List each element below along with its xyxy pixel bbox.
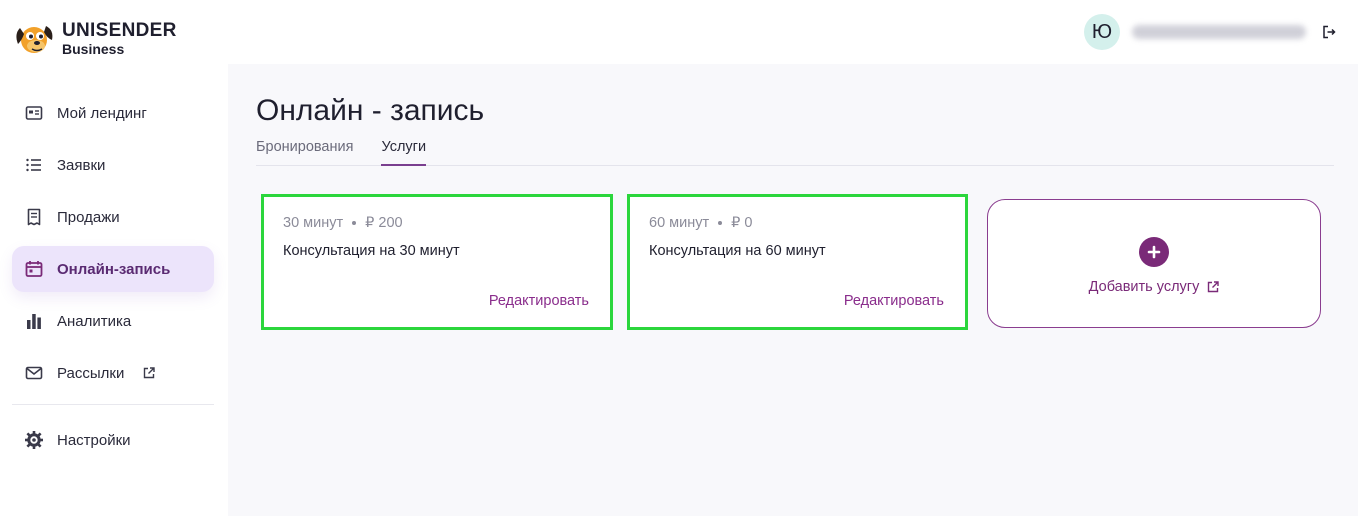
gear-icon	[25, 431, 43, 449]
service-meta: 60 минут ₽ 0	[649, 215, 752, 231]
sidebar-item-label: Рассылки	[57, 364, 125, 382]
logout-icon[interactable]	[1322, 25, 1336, 39]
brand-sub: Business	[62, 40, 125, 57]
sidebar-item-label: Онлайн-запись	[57, 260, 171, 278]
sidebar-item-requests[interactable]: Заявки	[12, 142, 214, 188]
sidebar-item-landing[interactable]: Мой лендинг	[12, 90, 214, 136]
service-duration: 60 минут	[649, 215, 710, 231]
add-service-label: Добавить услугу	[1088, 278, 1200, 295]
edit-service-link[interactable]: Редактировать	[844, 293, 944, 309]
add-service-button[interactable]: Добавить услугу	[987, 199, 1321, 328]
logo[interactable]: UNISENDER Business	[12, 18, 177, 58]
calendar-icon	[25, 261, 43, 277]
tabs: Бронирования Услуги	[256, 136, 1334, 166]
sidebar-item-label: Настройки	[57, 431, 131, 449]
service-title: Консультация на 60 минут	[649, 243, 826, 259]
sidebar: UNISENDER Business Мой лендинг Заявки Пр…	[0, 0, 228, 516]
sidebar-item-analytics[interactable]: Аналитика	[12, 298, 214, 344]
page-title: Онлайн - запись	[256, 94, 485, 127]
sidebar-divider	[12, 404, 214, 405]
list-icon	[26, 158, 41, 172]
sidebar-item-online-booking[interactable]: Онлайн-запись	[12, 246, 214, 292]
plus-icon	[1139, 236, 1169, 267]
bar-chart-icon	[27, 314, 41, 329]
user-email: unisender@yandex.ru	[1132, 25, 1133, 26]
sidebar-nav: Мой лендинг Заявки Продажи Онлайн-запись…	[12, 90, 214, 469]
service-duration: 30 минут	[283, 215, 344, 231]
landing-icon	[25, 106, 43, 120]
sidebar-item-label: Продажи	[57, 208, 120, 226]
service-meta: 30 минут ₽ 200	[283, 215, 403, 231]
service-price: ₽ 0	[731, 215, 753, 231]
user-menu: Ю unisender@yandex.ru	[1084, 14, 1336, 50]
service-price: ₽ 200	[365, 215, 403, 231]
sidebar-item-settings[interactable]: Настройки	[12, 417, 214, 463]
separator-dot	[352, 221, 357, 225]
external-link-icon	[1208, 280, 1220, 292]
dog-logo-icon	[16, 26, 53, 53]
service-card: 30 минут ₽ 200 Консультация на 30 минут …	[261, 194, 613, 330]
tab-services[interactable]: Услуги	[381, 136, 427, 166]
receipt-icon	[27, 208, 41, 226]
sidebar-item-label: Аналитика	[57, 312, 132, 330]
mail-icon	[25, 366, 43, 380]
sidebar-item-mailings[interactable]: Рассылки	[12, 350, 214, 396]
user-email-blurred: unisender@yandex.ru	[1132, 25, 1306, 39]
avatar[interactable]: Ю	[1084, 14, 1120, 50]
external-link-icon	[144, 367, 156, 379]
main-content: Онлайн - запись Бронирования Услуги 30 м…	[228, 64, 1358, 516]
edit-service-link[interactable]: Редактировать	[489, 293, 589, 309]
tab-bookings[interactable]: Бронирования	[256, 136, 353, 166]
service-title: Консультация на 30 минут	[283, 243, 460, 259]
sidebar-item-label: Заявки	[57, 156, 106, 174]
sidebar-item-label: Мой лендинг	[57, 104, 147, 122]
service-card: 60 минут ₽ 0 Консультация на 60 минут Ре…	[627, 194, 968, 330]
sidebar-item-sales[interactable]: Продажи	[12, 194, 214, 240]
brand-name: UNISENDER	[62, 19, 177, 41]
separator-dot	[718, 221, 723, 225]
add-service-label-row: Добавить услугу	[1089, 279, 1220, 295]
